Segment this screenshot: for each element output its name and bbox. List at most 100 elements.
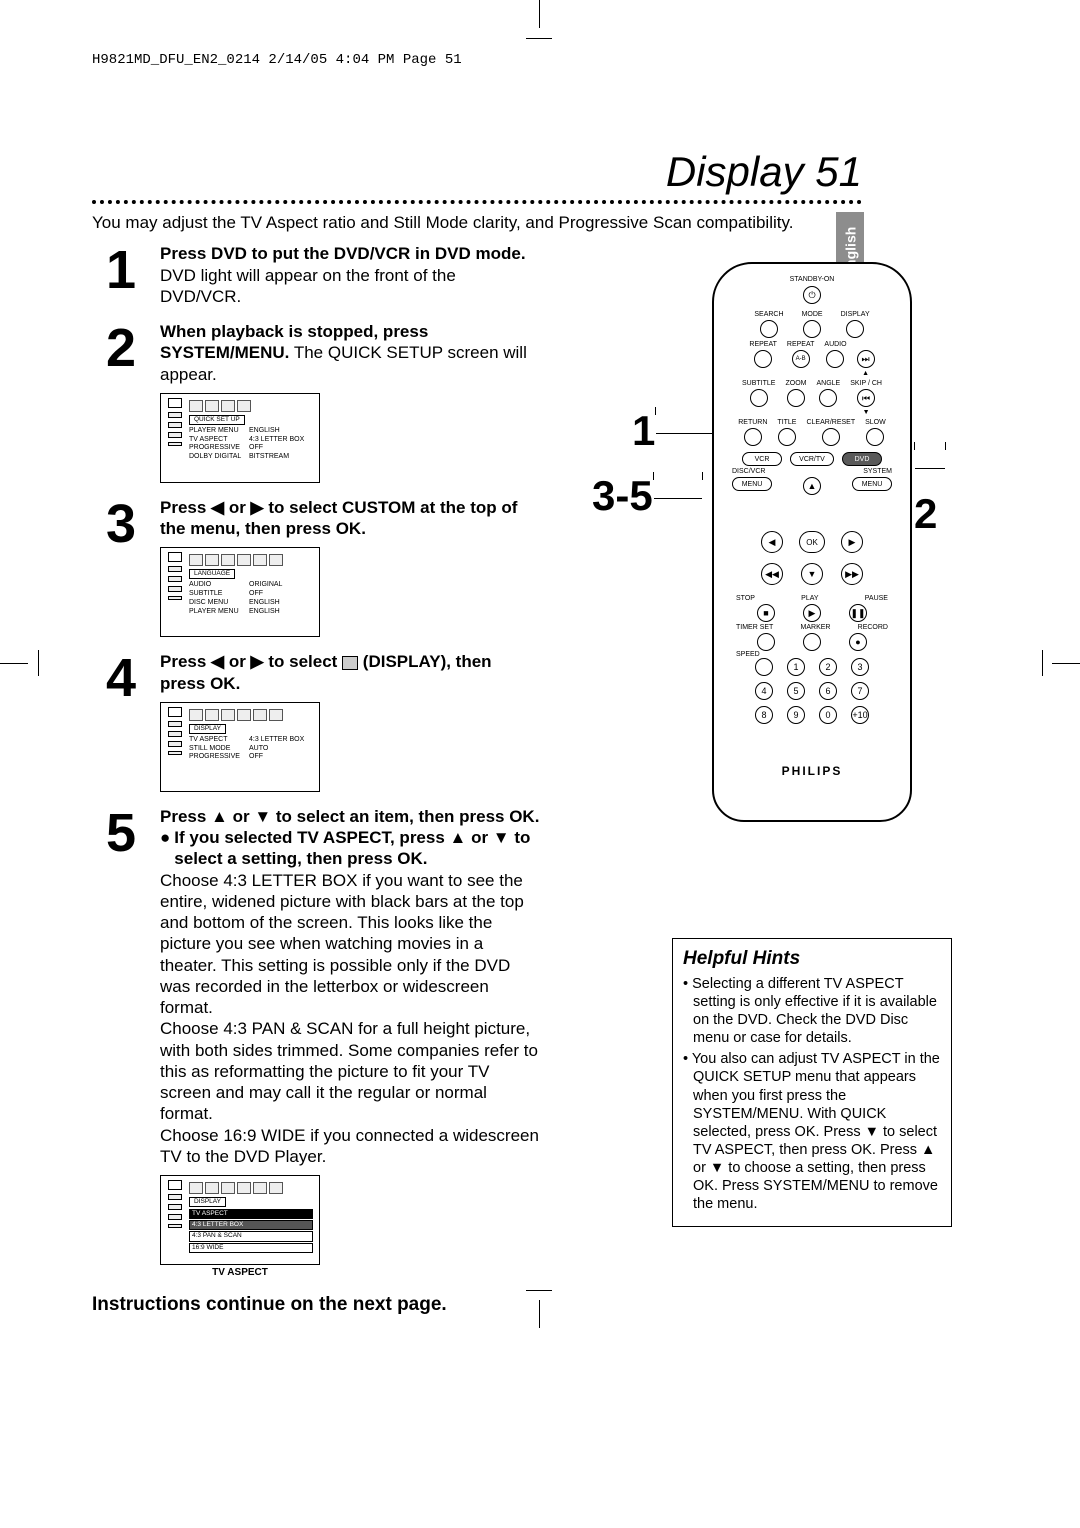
step5-bold1: Press ▲ or ▼ to select an item, then pre… (160, 806, 540, 827)
record-icon: ● (849, 633, 867, 651)
screen-language: LANGUAGE AUDIOORIGINAL SUBTITLEOFF DISC … (160, 547, 320, 637)
num-2: 2 (819, 658, 837, 676)
speed-button (755, 658, 773, 676)
display-button (846, 320, 864, 338)
dpad: OK ◀ ▶ ▼ ◀◀ ▶▶ (747, 499, 877, 589)
hint-item: Selecting a different TV ASPECT setting … (683, 975, 941, 1048)
rewind-icon: ◀◀ (761, 563, 783, 585)
screen-quick-setup: QUICK SET UP PLAYER MENUENGLISH TV ASPEC… (160, 393, 320, 483)
step5-para3: Choose 16:9 WIDE if you connected a wide… (160, 1125, 540, 1168)
callout-2: 2 (914, 442, 952, 538)
remote-standby-label: STANDBY-ON (790, 276, 835, 283)
screen-caption: TV ASPECT (160, 1267, 320, 1280)
remote-control: STANDBY-ON ⏻ SEARCH MODE DISPLAY REPEAT … (712, 262, 912, 822)
num-3: 3 (851, 658, 869, 676)
crop-mark (38, 650, 39, 676)
angle-button (819, 389, 837, 407)
clear-button (822, 428, 840, 446)
num-5: 5 (787, 682, 805, 700)
crop-mark (1042, 650, 1043, 676)
left-icon: ◀ (761, 531, 783, 553)
pause-label: PAUSE (865, 595, 888, 602)
step4-bold-a: Press ◀ or ▶ to select (160, 652, 342, 671)
marker-label: MARKER (801, 624, 831, 631)
speed-label: SPEED (714, 651, 910, 658)
timerset-label: TIMER SET (736, 624, 773, 631)
screen-side-icons (165, 398, 185, 446)
brand-label: PHILIPS (714, 764, 910, 778)
stop-label: STOP (736, 595, 755, 602)
crop-mark (1052, 663, 1080, 664)
step5-para1: Choose 4:3 LETTER BOX if you want to see… (160, 870, 540, 1019)
stop-icon: ■ (757, 604, 775, 622)
record-label: RECORD (858, 624, 888, 631)
repeat-ab-button: A-B (792, 350, 810, 368)
subtitle-button (750, 389, 768, 407)
step-number: 5 (92, 806, 150, 860)
num-8: 8 (755, 706, 773, 724)
marker-button (803, 633, 821, 651)
step3-bold: Press ◀ or ▶ to select CUSTOM at the top… (160, 498, 517, 538)
play-icon: ▶ (803, 604, 821, 622)
num-6: 6 (819, 682, 837, 700)
vcrtv-button: VCR/TV (790, 452, 834, 466)
skip-next-icon: ⏭ (857, 350, 875, 368)
title-divider (92, 200, 862, 204)
system-label: SYSTEM (863, 468, 892, 475)
crop-mark (526, 38, 552, 39)
ok-button: OK (799, 531, 825, 553)
menu-right-button: MENU (852, 477, 892, 491)
hint-item: You also can adjust TV ASPECT in the QUI… (683, 1050, 941, 1213)
repeat-button (754, 350, 772, 368)
num-1: 1 (787, 658, 805, 676)
document-tag: H9821MD_DFU_EN2_0214 2/14/05 4:04 PM Pag… (92, 52, 862, 68)
play-label: PLAY (801, 595, 818, 602)
title-button (778, 428, 796, 446)
screen-display: DISPLAY TV ASPECT4:3 LETTER BOX STILL MO… (160, 702, 320, 792)
step-number: 4 (92, 651, 150, 705)
timerset-button (757, 633, 775, 651)
right-icon: ▶ (841, 531, 863, 553)
screen-tab: DISPLAY (189, 724, 226, 734)
screen-tab: DISPLAY (189, 1197, 226, 1207)
discvcr-label: DISC/VCR (732, 468, 765, 475)
helpful-hints-box: Helpful Hints Selecting a different TV A… (672, 938, 952, 1227)
pause-icon: ❚❚ (849, 604, 867, 622)
vcr-button: VCR (742, 452, 782, 466)
audio-button (826, 350, 844, 368)
screen-tab: QUICK SET UP (189, 415, 245, 425)
num-0: 0 (819, 706, 837, 724)
crop-mark (539, 0, 540, 28)
slow-button (866, 428, 884, 446)
up-icon: ▲ (803, 477, 821, 495)
screen-tab: LANGUAGE (189, 569, 235, 579)
continue-text: Instructions continue on the next page. (92, 1294, 862, 1316)
step-number: 2 (92, 321, 150, 375)
menu-left-button: MENU (732, 477, 772, 491)
callout-3-5: 3-5 (592, 472, 703, 520)
return-button (744, 428, 762, 446)
step1-text: DVD light will appear on the front of th… (160, 266, 456, 306)
intro-text: You may adjust the TV Aspect ratio and S… (92, 212, 862, 233)
hints-title: Helpful Hints (683, 947, 941, 971)
crop-mark (0, 663, 28, 664)
num-7: 7 (851, 682, 869, 700)
skip-prev-icon: ⏮ (857, 389, 875, 407)
mode-button (803, 320, 821, 338)
power-icon: ⏻ (803, 286, 821, 304)
num-9: 9 (787, 706, 805, 724)
fastfwd-icon: ▶▶ (841, 563, 863, 585)
zoom-button (787, 389, 805, 407)
step5-para2: Choose 4:3 PAN & SCAN for a full height … (160, 1018, 540, 1124)
num-4: 4 (755, 682, 773, 700)
num-plus10: +10 (851, 706, 869, 724)
display-icon (342, 656, 358, 670)
step5-bullet: If you selected TV ASPECT, press ▲ or ▼ … (174, 827, 540, 870)
screen-tv-aspect: DISPLAY TV ASPECT 4:3 LETTER BOX 4:3 PAN… (160, 1175, 320, 1265)
down-icon: ▼ (801, 563, 823, 585)
step-number: 3 (92, 497, 150, 551)
step1-bold: Press DVD to put the DVD/VCR in DVD mode… (160, 244, 526, 263)
search-button (760, 320, 778, 338)
page-title: Display 51 (92, 148, 862, 196)
remote-diagram: 1 3-5 2 STANDBY-ON ⏻ SEARCH MODE DISPLAY… (672, 262, 952, 822)
